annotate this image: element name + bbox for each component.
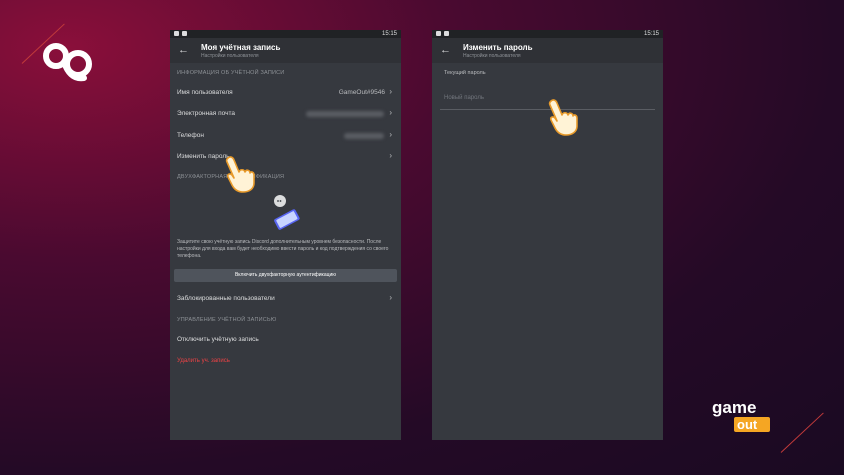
section-header-account-management: УПРАВЛЕНИЕ УЧЁТНОЙ ЗАПИСЬЮ xyxy=(177,317,277,323)
chevron-right-icon: › xyxy=(389,293,392,302)
row-label: Отключить учётную запись xyxy=(177,336,259,343)
status-bar: 15:15 xyxy=(432,30,663,38)
row-phone[interactable]: Телефон › xyxy=(170,126,401,146)
notification-icon xyxy=(436,31,441,36)
page-title: Моя учётная запись xyxy=(201,43,281,52)
redacted-value xyxy=(344,133,384,139)
notification-icon xyxy=(444,31,449,36)
app-header: ← Моя учётная запись Настройки пользоват… xyxy=(170,38,401,63)
2fa-description: Защитите свою учётную запись Discord доп… xyxy=(177,239,389,259)
username-value: GameOut#9546 xyxy=(338,89,385,96)
notification-icon xyxy=(174,31,179,36)
current-password-label: Текущий пароль xyxy=(444,70,486,76)
chevron-right-icon: › xyxy=(389,130,392,139)
svg-text:game: game xyxy=(712,398,756,417)
delete-account-link[interactable]: Удалить уч. запись xyxy=(177,358,230,364)
section-header-account-info: ИНФОРМАЦИЯ ОБ УЧЁТНОЙ ЗАПИСИ xyxy=(177,70,285,76)
app-header: ← Изменить пароль Настройки пользователя xyxy=(432,38,663,63)
row-change-password[interactable]: Изменить пароль › xyxy=(170,147,401,167)
row-label: Электронная почта xyxy=(177,110,236,117)
new-password-input[interactable]: Новый пароль xyxy=(444,95,484,101)
circular-logo-icon xyxy=(43,43,92,82)
pointing-hand-icon xyxy=(548,99,578,136)
gameout-logo: game out xyxy=(712,398,770,432)
notification-icon xyxy=(182,31,187,36)
back-arrow-icon[interactable]: ← xyxy=(440,44,451,56)
page-title: Изменить пароль xyxy=(463,43,533,52)
row-username[interactable]: Имя пользователя GameOut#9546 › xyxy=(170,83,401,103)
row-label: Имя пользователя xyxy=(177,89,233,96)
row-label: Заблокированные пользователи xyxy=(177,295,275,302)
status-time: 15:15 xyxy=(381,31,397,37)
page-subtitle: Настройки пользователя xyxy=(463,53,521,59)
row-email[interactable]: Электронная почта › xyxy=(170,104,401,124)
row-disable-account[interactable]: Отключить учётную запись xyxy=(170,330,401,350)
status-bar: 15:15 xyxy=(170,30,401,38)
change-password-screen: 15:15 ← Изменить пароль Настройки пользо… xyxy=(432,30,663,440)
redacted-value xyxy=(306,111,384,117)
svg-text:out: out xyxy=(737,417,758,432)
row-label: Телефон xyxy=(177,132,204,139)
chevron-right-icon: › xyxy=(389,108,392,117)
status-time: 15:15 xyxy=(643,31,659,37)
chevron-right-icon: › xyxy=(389,87,392,96)
chevron-right-icon: › xyxy=(389,151,392,160)
phone-security-illustration-icon xyxy=(274,195,300,230)
account-screen: 15:15 ← Моя учётная запись Настройки пол… xyxy=(170,30,401,440)
pointing-hand-icon xyxy=(225,156,255,193)
enable-2fa-button[interactable]: Включить двухфакторную аутентификацию xyxy=(174,269,397,282)
page-subtitle: Настройки пользователя xyxy=(201,53,259,59)
back-arrow-icon[interactable]: ← xyxy=(178,44,189,56)
row-blocked-users[interactable]: Заблокированные пользователи › xyxy=(170,289,401,309)
